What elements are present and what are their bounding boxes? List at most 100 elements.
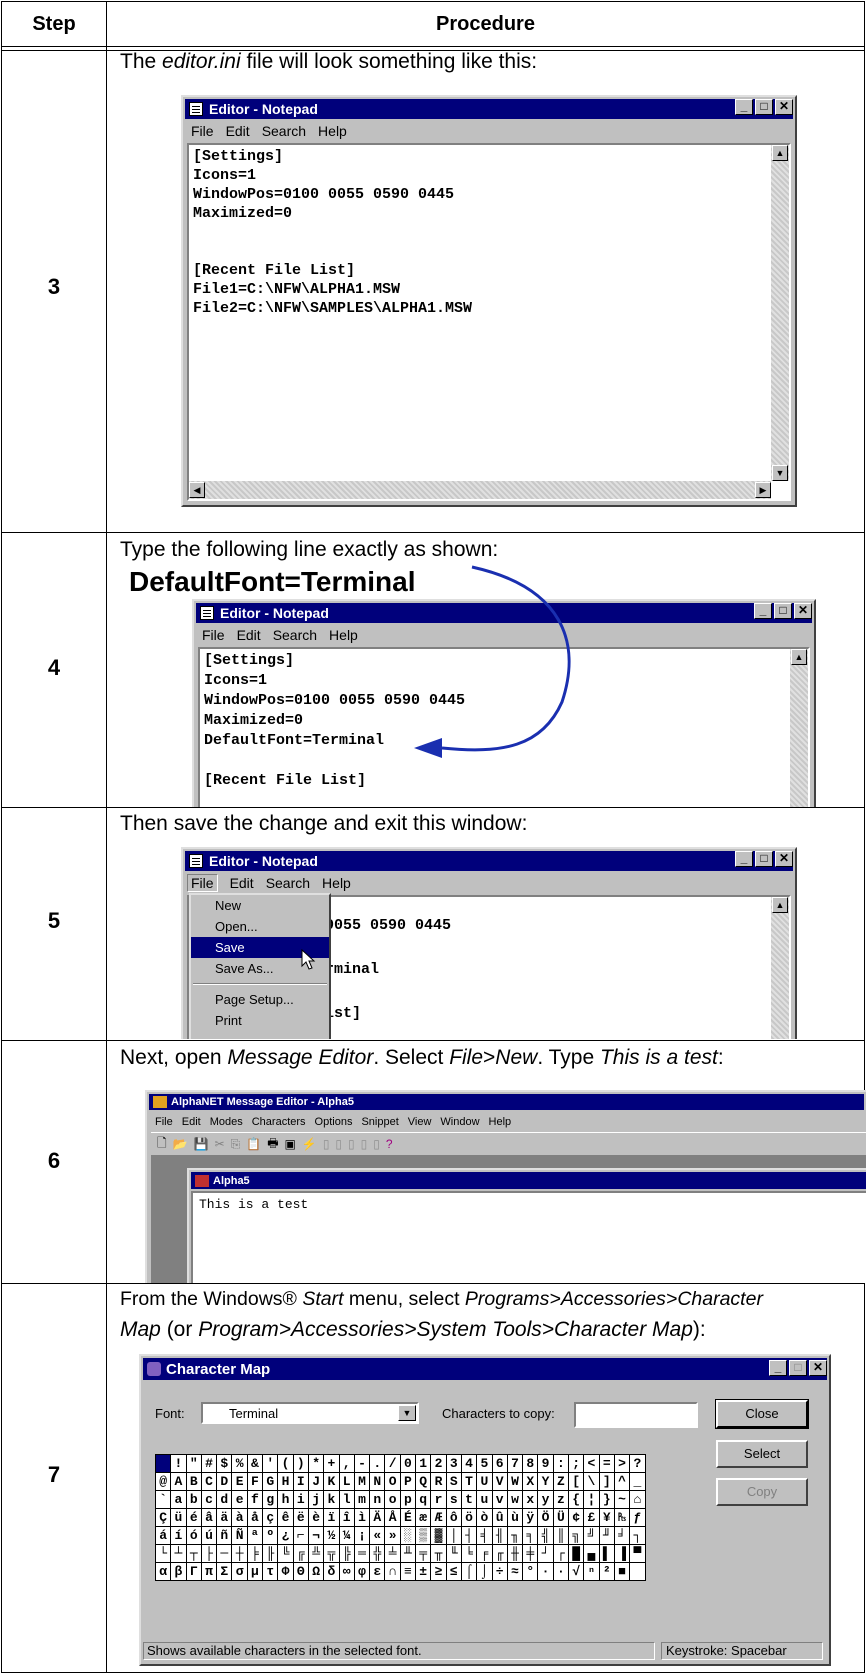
character-cell[interactable]: ÷	[491, 1562, 508, 1581]
character-cell[interactable]: ▌	[598, 1544, 615, 1563]
character-cell[interactable]: 1	[415, 1454, 432, 1473]
character-cell[interactable]: º	[262, 1526, 279, 1545]
menu-item-new[interactable]: New	[191, 895, 329, 916]
character-cell[interactable]: ╓	[491, 1544, 508, 1563]
menu-file[interactable]: File	[155, 1116, 173, 1128]
character-cell[interactable]: µ	[246, 1562, 264, 1581]
character-cell[interactable]: r	[430, 1490, 447, 1509]
menu-item-page-setup[interactable]: Page Setup...	[191, 989, 329, 1010]
characters-to-copy-input[interactable]	[574, 1402, 698, 1428]
character-cell[interactable]: 5	[476, 1454, 493, 1473]
paste-icon[interactable]: 📋	[246, 1137, 261, 1151]
character-cell[interactable]: 0	[399, 1454, 417, 1473]
menu-search[interactable]: Search	[266, 875, 310, 891]
character-cell[interactable]: ,	[338, 1454, 355, 1473]
character-cell[interactable]: u	[476, 1490, 493, 1509]
character-cell[interactable]: π	[200, 1562, 218, 1581]
character-cell[interactable]: D	[216, 1472, 233, 1491]
page-icon[interactable]: ▯	[323, 1137, 330, 1151]
character-cell[interactable]: ╕	[522, 1526, 539, 1545]
character-cell[interactable]: ₧	[613, 1508, 631, 1527]
character-cell[interactable]: +	[323, 1454, 340, 1473]
save-sign-icon[interactable]: ▣	[285, 1137, 296, 1151]
character-cell[interactable]: <	[583, 1454, 600, 1473]
character-cell[interactable]: ¡	[353, 1526, 371, 1545]
chevron-down-icon[interactable]: ▼	[398, 1405, 416, 1421]
character-cell[interactable]: F	[246, 1472, 264, 1491]
character-cell[interactable]: û	[491, 1508, 508, 1527]
menu-item-print[interactable]: Print	[191, 1010, 329, 1031]
close-button[interactable]: ✕	[775, 99, 793, 115]
character-cell[interactable]	[154, 1454, 172, 1473]
cut-icon[interactable]: ✂	[215, 1137, 225, 1151]
character-cell[interactable]: ⌠	[460, 1562, 478, 1581]
menu-snippet[interactable]: Snippet	[361, 1116, 398, 1128]
character-cell[interactable]: &	[246, 1454, 264, 1473]
character-cell[interactable]: ╟	[262, 1544, 279, 1563]
character-cell[interactable]: ╤	[415, 1544, 432, 1563]
character-cell[interactable]: ê	[277, 1508, 294, 1527]
character-cell[interactable]: ë	[292, 1508, 309, 1527]
close-button[interactable]: ✕	[775, 851, 793, 867]
character-cell[interactable]: «	[369, 1526, 386, 1545]
character-cell[interactable]: ?	[629, 1454, 646, 1473]
character-cell[interactable]: ¿	[277, 1526, 294, 1545]
character-cell[interactable]: e	[231, 1490, 248, 1509]
character-cell[interactable]: »	[384, 1526, 401, 1545]
character-cell[interactable]: Θ	[292, 1562, 309, 1581]
character-cell[interactable]: ╘	[460, 1544, 478, 1563]
menu-edit[interactable]: Edit	[226, 123, 250, 139]
character-cell[interactable]: ^	[613, 1472, 631, 1491]
character-cell[interactable]: ∞	[338, 1562, 355, 1581]
character-cell[interactable]: ╠	[338, 1544, 355, 1563]
character-cell[interactable]: Ü	[552, 1508, 570, 1527]
character-cell[interactable]: ═	[353, 1544, 371, 1563]
character-cell[interactable]: a	[170, 1490, 187, 1509]
character-cell[interactable]: ⌡	[476, 1562, 493, 1581]
character-cell[interactable]: 7	[506, 1454, 524, 1473]
character-cell[interactable]: _	[629, 1472, 646, 1491]
character-cell[interactable]: .	[369, 1454, 386, 1473]
character-cell[interactable]: Γ	[185, 1562, 202, 1581]
character-cell[interactable]: K	[323, 1472, 340, 1491]
character-cell[interactable]: ╝	[583, 1526, 600, 1545]
character-cell[interactable]: á	[154, 1526, 172, 1545]
character-cell[interactable]: {	[568, 1490, 585, 1509]
character-cell[interactable]: à	[231, 1508, 248, 1527]
character-cell[interactable]: ƒ	[629, 1508, 646, 1527]
character-cell[interactable]: ┼	[231, 1544, 248, 1563]
menu-search[interactable]: Search	[273, 627, 317, 643]
character-cell[interactable]: @	[154, 1472, 172, 1491]
character-cell[interactable]: ▄	[583, 1544, 600, 1563]
character-cell[interactable]: ô	[445, 1508, 462, 1527]
character-cell[interactable]: q	[415, 1490, 432, 1509]
character-cell[interactable]: ╪	[522, 1544, 539, 1563]
character-cell[interactable]: ╥	[430, 1544, 447, 1563]
character-cell[interactable]: h	[277, 1490, 294, 1509]
character-cell[interactable]: Ç	[154, 1508, 172, 1527]
character-cell[interactable]: ╞	[246, 1544, 264, 1563]
character-cell[interactable]: =	[598, 1454, 615, 1473]
character-cell[interactable]: ╩	[307, 1544, 325, 1563]
character-cell[interactable]: ╨	[399, 1544, 417, 1563]
character-cell[interactable]: L	[338, 1472, 355, 1491]
select-button[interactable]: Select	[716, 1440, 808, 1468]
menu-file[interactable]: File	[191, 123, 214, 139]
text-area[interactable]: [Settings] Icons=1 WindowPos=0100 0055 059…	[198, 647, 810, 807]
character-cell[interactable]: ú	[200, 1526, 218, 1545]
character-cell[interactable]: ì	[353, 1508, 371, 1527]
character-cell[interactable]: "	[185, 1454, 202, 1473]
menu-help[interactable]: Help	[322, 875, 351, 891]
character-cell[interactable]: p	[399, 1490, 417, 1509]
character-cell[interactable]: ~	[613, 1490, 631, 1509]
character-cell[interactable]: ≤	[445, 1562, 462, 1581]
help-icon[interactable]: ?	[386, 1137, 393, 1151]
copy-button[interactable]: Copy	[716, 1478, 808, 1506]
character-cell[interactable]: d	[216, 1490, 233, 1509]
character-cell[interactable]: t	[460, 1490, 478, 1509]
menu-edit[interactable]: Edit	[237, 627, 261, 643]
minimize-button[interactable]: _	[754, 603, 772, 619]
character-cell[interactable]: ∩	[384, 1562, 401, 1581]
character-cell[interactable]: 9	[537, 1454, 554, 1473]
character-cell[interactable]: ┐	[629, 1526, 646, 1545]
